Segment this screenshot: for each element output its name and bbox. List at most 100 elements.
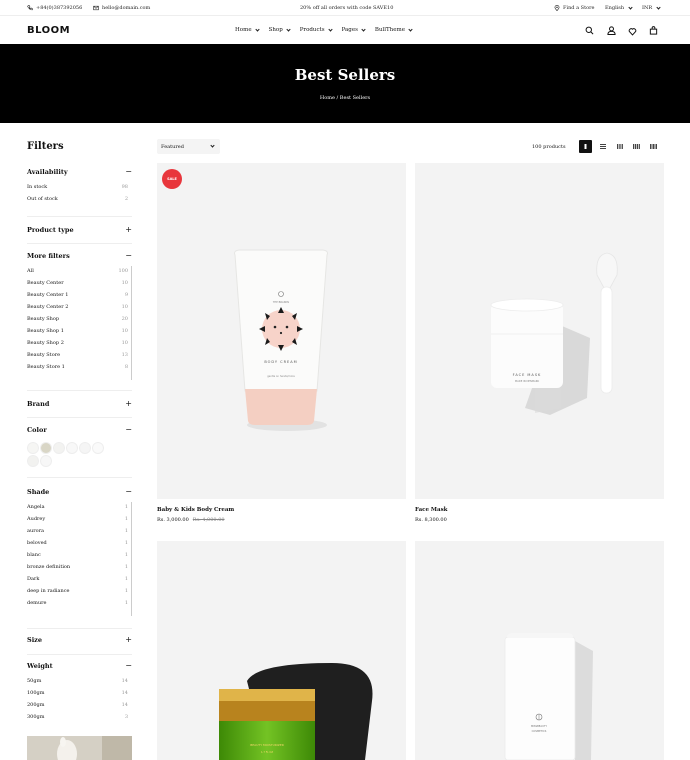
- color-swatch[interactable]: [40, 442, 52, 454]
- product-name[interactable]: Baby & Kids Body Cream: [157, 507, 406, 513]
- option-count: 3: [124, 714, 128, 720]
- filter-scrollbar[interactable]: [130, 266, 132, 380]
- color-swatch[interactable]: [92, 442, 104, 454]
- breadcrumb[interactable]: Home / Best Sellers: [0, 95, 690, 101]
- product-name[interactable]: Face Mask: [415, 507, 664, 513]
- filter-weight-header[interactable]: Weight −: [27, 661, 132, 671]
- filter-more-header[interactable]: More filters −: [27, 251, 132, 261]
- filter-option[interactable]: aurora 1: [27, 525, 132, 537]
- product-image[interactable]: FACE MASK MADE IN DENMARK: [415, 163, 664, 499]
- product-card[interactable]: BEAUTY MOISTURIZER 1.7 FL OZ: [157, 541, 406, 760]
- option-name: Beauty Shop: [27, 316, 60, 322]
- filter-option[interactable]: Beauty Store 13: [27, 349, 132, 361]
- moisturizer-jar-image: BEAUTY MOISTURIZER 1.7 FL OZ: [219, 663, 373, 760]
- language-text: English: [605, 5, 625, 11]
- option-count: 10: [121, 304, 128, 310]
- color-swatch[interactable]: [53, 442, 65, 454]
- email-link[interactable]: hello@domain.com: [93, 5, 150, 11]
- filter-product-type: Product type +: [27, 225, 132, 235]
- view-list-button[interactable]: [596, 140, 609, 153]
- product-card[interactable]: MISSBEAUTY COSMETICS: [415, 541, 664, 760]
- filter-option[interactable]: bronze definition 1: [27, 561, 132, 573]
- option-count: 1: [124, 516, 128, 522]
- filter-option[interactable]: Angela 1: [27, 501, 132, 513]
- filter-size-header[interactable]: Size +: [27, 636, 132, 645]
- filter-option[interactable]: Beauty Center 2 10: [27, 301, 132, 313]
- color-swatch[interactable]: [40, 455, 52, 467]
- account-icon[interactable]: [607, 26, 616, 35]
- five-column-icon: [650, 144, 657, 149]
- sort-select[interactable]: Featured: [157, 139, 220, 154]
- product-card[interactable]: FACE MASK MADE IN DENMARK Face Mask Rs. …: [415, 163, 664, 523]
- logo[interactable]: BLOOM: [27, 25, 70, 36]
- filter-shade-header[interactable]: Shade −: [27, 488, 132, 497]
- menu-item-bulltheme[interactable]: BullTheme: [374, 26, 413, 33]
- heart-icon[interactable]: [628, 27, 637, 36]
- filter-option[interactable]: demure 1: [27, 597, 132, 609]
- product-image[interactable]: BEAUTY MOISTURIZER 1.7 FL OZ: [157, 541, 406, 760]
- view-grid-4-button[interactable]: [630, 140, 643, 153]
- color-swatch[interactable]: [66, 442, 78, 454]
- view-grid-3-button[interactable]: [613, 140, 626, 153]
- filter-option[interactable]: blanc 1: [27, 549, 132, 561]
- minus-icon: −: [125, 251, 132, 260]
- filter-option[interactable]: Beauty Shop 2 10: [27, 337, 132, 349]
- bag-icon[interactable]: [649, 26, 658, 35]
- currency-select[interactable]: INR: [642, 4, 661, 11]
- filter-option[interactable]: In stock 98: [27, 181, 132, 193]
- color-swatch[interactable]: [27, 442, 39, 454]
- filter-option[interactable]: Audrey 1: [27, 513, 132, 525]
- filter-option[interactable]: All 100: [27, 265, 132, 277]
- option-name: Beauty Center: [27, 280, 64, 286]
- filter-brand-header[interactable]: Brand +: [27, 399, 132, 409]
- color-swatch[interactable]: [27, 455, 39, 467]
- menu-item-products[interactable]: Products: [300, 26, 333, 33]
- filter-option[interactable]: 50gm 14: [27, 675, 132, 687]
- filter-option[interactable]: Beauty Shop 20: [27, 313, 132, 325]
- search-icon[interactable]: [585, 26, 594, 35]
- divider: [27, 628, 132, 629]
- filter-option[interactable]: 100gm 14: [27, 687, 132, 699]
- phone-link[interactable]: +84(0)387392056: [27, 5, 82, 11]
- filter-option[interactable]: Beauty Store 1 8: [27, 361, 132, 373]
- filter-option[interactable]: Beauty Center 1 9: [27, 289, 132, 301]
- filter-product-type-header[interactable]: Product type +: [27, 225, 132, 235]
- filter-option[interactable]: 300gm 3: [27, 711, 132, 723]
- filter-option[interactable]: deep in radiance 1: [27, 585, 132, 597]
- filter-option[interactable]: beloved 1: [27, 537, 132, 549]
- language-select[interactable]: English: [605, 4, 633, 11]
- menu-item-shop[interactable]: Shop: [268, 26, 291, 33]
- find-store-link[interactable]: Find a Store: [554, 5, 594, 11]
- promo-banner-image[interactable]: [27, 736, 132, 760]
- filter-availability-header[interactable]: Availability −: [27, 168, 132, 177]
- menu-label: Shop: [268, 27, 283, 33]
- view-grid-1-button[interactable]: [579, 140, 592, 153]
- minus-icon: −: [125, 661, 132, 670]
- product-image[interactable]: MISSBEAUTY COSMETICS: [415, 541, 664, 760]
- filter-option[interactable]: Out of stock 2: [27, 193, 132, 205]
- plus-icon: +: [125, 399, 132, 408]
- color-swatches: [27, 442, 107, 467]
- product-card[interactable]: SALE THE BRANDS BODY CREAM gentle on han…: [157, 163, 406, 523]
- filter-option[interactable]: 200gm 14: [27, 699, 132, 711]
- tube-brand: THE BRANDS: [273, 300, 290, 304]
- banner-photo: [27, 736, 132, 760]
- filter-option[interactable]: Beauty Shop 1 10: [27, 325, 132, 337]
- phone-text: +84(0)387392056: [36, 5, 83, 11]
- price-current: Rs. 3,000.00: [157, 517, 189, 523]
- location-pin-icon: [554, 5, 560, 11]
- divider: [27, 243, 132, 244]
- menu-item-home[interactable]: Home: [235, 26, 260, 33]
- color-swatch[interactable]: [79, 442, 91, 454]
- bottle-label: COSMETICS: [532, 729, 547, 733]
- product-image[interactable]: SALE THE BRANDS BODY CREAM gentle on han…: [157, 163, 406, 499]
- menu-item-pages[interactable]: Pages: [342, 26, 366, 33]
- filter-option[interactable]: Beauty Center 10: [27, 277, 132, 289]
- plus-icon: +: [125, 225, 132, 234]
- filter-scrollbar[interactable]: [130, 502, 132, 616]
- filter-color-header[interactable]: Color −: [27, 426, 132, 435]
- face-mask-jar-image: FACE MASK MADE IN DENMARK: [490, 252, 618, 415]
- filter-option[interactable]: Dark 1: [27, 573, 132, 585]
- menu-label: BullTheme: [374, 27, 405, 33]
- view-grid-5-button[interactable]: [647, 140, 660, 153]
